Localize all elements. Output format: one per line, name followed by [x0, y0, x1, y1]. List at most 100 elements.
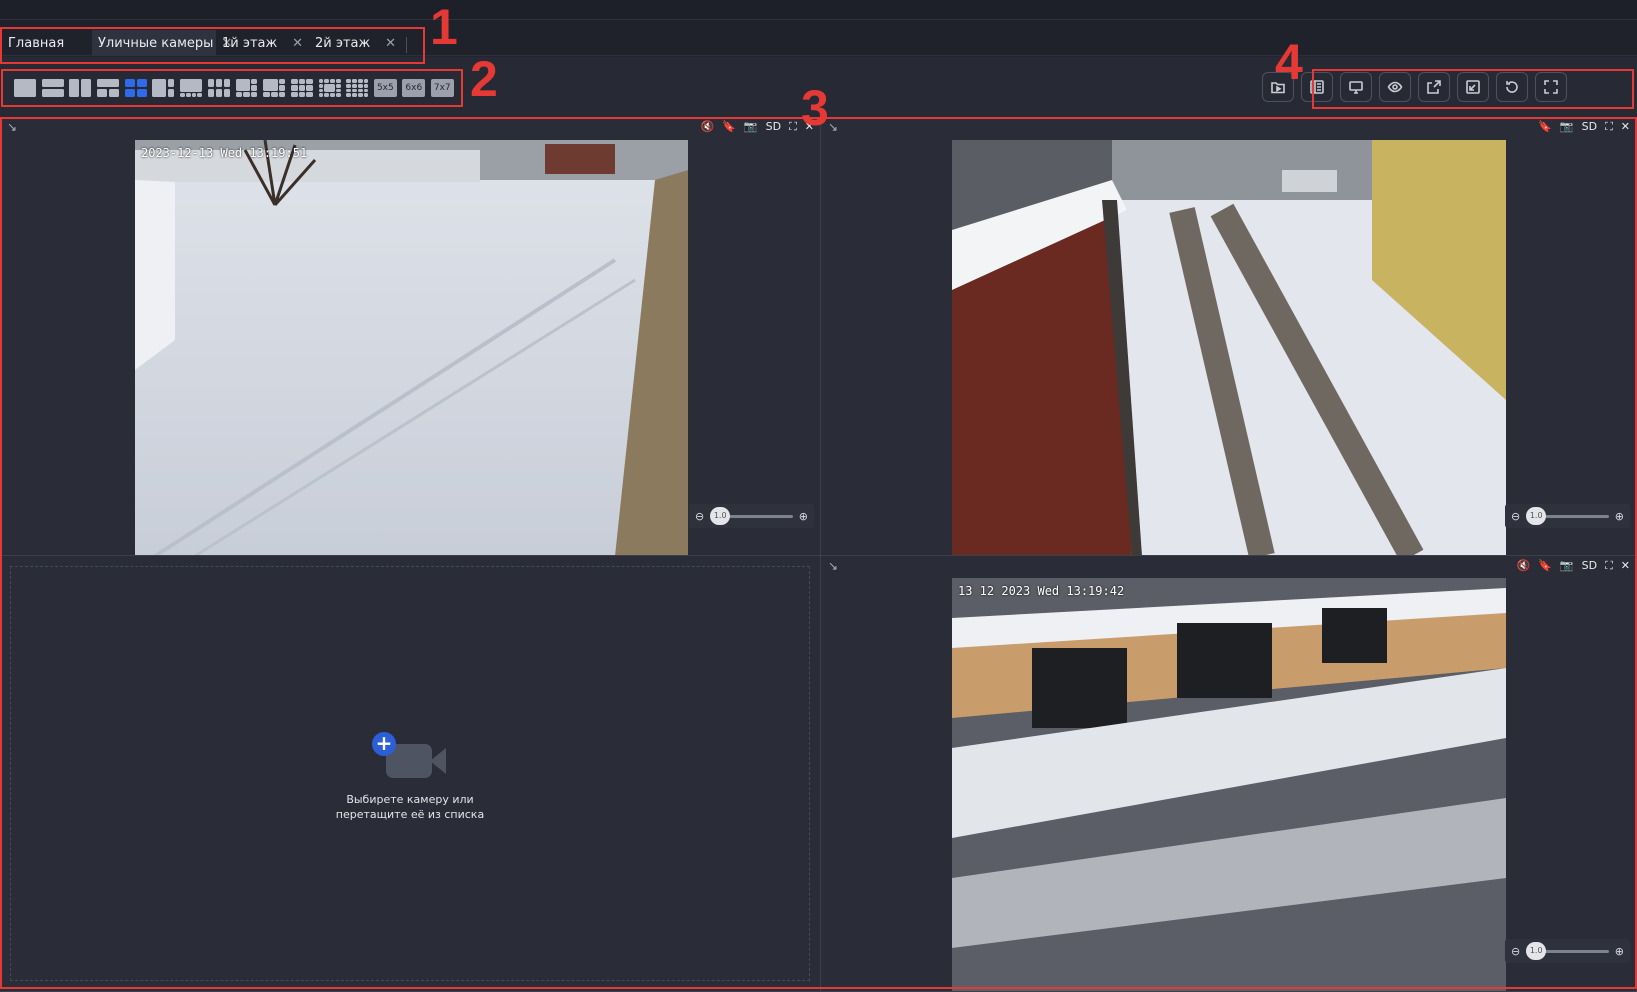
layout-1-center-12-button[interactable]	[318, 79, 341, 97]
add-camera-icon[interactable]: +	[372, 732, 448, 780]
layout-7x7-button[interactable]: 7x7	[430, 79, 454, 97]
layout-6x6-button[interactable]: 6x6	[402, 79, 426, 97]
quality-toggle[interactable]: SD	[1582, 559, 1597, 573]
tab-floor-1[interactable]: 1й этаж ✕	[216, 30, 309, 56]
layout-1-big-7-button[interactable]	[263, 79, 286, 97]
zoom-out-icon[interactable]: ⊖	[695, 510, 704, 523]
zoom-out-icon[interactable]: ⊖	[1511, 510, 1520, 523]
mute-icon[interactable]: 🔇	[1517, 559, 1531, 573]
empty-hint-line2: перетащите её из списка	[335, 808, 485, 821]
layout-5x5-button[interactable]: 5x5	[373, 79, 397, 97]
close-icon[interactable]: ✕	[1621, 120, 1630, 134]
bookmark-icon[interactable]: 🔖	[722, 120, 736, 134]
fullscreen-icon[interactable]: ⛶	[1605, 559, 1613, 573]
camera-timestamp: 13 12 2023 Wed 13:19:42	[958, 584, 1125, 598]
eye-button[interactable]	[1379, 72, 1411, 102]
tab-label: 1й этаж	[222, 35, 278, 51]
snapshot-icon[interactable]: 📷	[1560, 559, 1574, 573]
fullscreen-icon[interactable]: ⛶	[1605, 120, 1613, 134]
layout-1-big-4-bottom-button[interactable]	[180, 79, 203, 97]
fullscreen-button[interactable]	[1535, 72, 1567, 102]
fullscreen-icon	[1544, 80, 1558, 94]
tab-floor-2[interactable]: 2й этаж ✕	[309, 30, 402, 56]
layout-1-big-5-button[interactable]	[235, 79, 258, 97]
zoom-slider[interactable]: 1.0	[710, 506, 793, 525]
tab-label: Уличные камеры	[98, 35, 214, 51]
camera-grid: ↘ 🔇 🔖 📷 SD ⛶ ✕ 2023-12-13 Wed 13:19:51 ⊖…	[0, 117, 1637, 992]
drop-zone[interactable]: + Выбирете камеру или перетащите её из с…	[10, 566, 810, 981]
refresh-button[interactable]	[1496, 72, 1528, 102]
tab-main[interactable]: Главная	[2, 30, 92, 56]
layout-2-cols-button[interactable]	[69, 79, 92, 97]
zoom-slider[interactable]: 1.0	[1526, 941, 1609, 960]
layout-2x3-button[interactable]	[207, 79, 230, 97]
annotation-label-1: 1	[430, 0, 458, 55]
list-panel-icon	[1310, 80, 1324, 94]
refresh-icon	[1506, 81, 1518, 93]
zoom-control: ⊖ 1.0 ⊕	[689, 504, 814, 528]
camera-timestamp: 2023-12-13 Wed 13:19:51	[141, 146, 308, 160]
tab-label: 2й этаж	[315, 35, 371, 51]
export-button[interactable]	[1418, 72, 1450, 102]
layout-2-rows-button[interactable]	[41, 79, 64, 97]
camera-cell-empty[interactable]: + Выбирете камеру или перетащите её из с…	[0, 556, 821, 992]
resize-arrow-icon[interactable]: ↘	[828, 121, 840, 133]
top-strip	[0, 0, 1637, 20]
zoom-knob[interactable]: 1.0	[710, 506, 731, 525]
quality-toggle[interactable]: SD	[1582, 120, 1597, 134]
bookmark-icon[interactable]: 🔖	[1538, 559, 1552, 573]
layout-1x1-button[interactable]	[14, 79, 36, 97]
zoom-control: ⊖ 1.0 ⊕	[1505, 939, 1630, 963]
list-panel-button[interactable]	[1301, 72, 1333, 102]
close-icon[interactable]: ✕	[385, 36, 396, 51]
bookmark-icon[interactable]: 🔖	[1538, 120, 1552, 134]
zoom-slider[interactable]: 1.0	[1526, 506, 1609, 525]
empty-placeholder: + Выбирете камеру или перетащите её из с…	[11, 732, 809, 822]
camera-cell-top-left[interactable]: ↘ 🔇 🔖 📷 SD ⛶ ✕ 2023-12-13 Wed 13:19:51 ⊖…	[0, 117, 821, 556]
fullscreen-icon[interactable]: ⛶	[789, 120, 797, 134]
snapshot-icon[interactable]: 📷	[1560, 120, 1574, 134]
zoom-in-icon[interactable]: ⊕	[799, 510, 808, 523]
snow-alley-image	[952, 140, 1506, 555]
snapshot-icon[interactable]: 📷	[744, 120, 758, 134]
cell-header: ↘ 🔇 🔖 📷 SD ⛶ ✕	[821, 556, 1636, 578]
layout-2x2-button[interactable]	[124, 79, 147, 97]
layout-1-big-2-side-button[interactable]	[152, 79, 175, 97]
cell-tools: 🔇 🔖 📷 SD ⛶ ✕	[1517, 559, 1630, 573]
cell-tools: 🔇 🔖 📷 SD ⛶ ✕	[701, 120, 814, 134]
empty-hint-line1: Выбирете камеру или	[346, 793, 474, 806]
snow-yard-image	[135, 140, 688, 555]
video-feed	[952, 140, 1506, 555]
tabs-row: Главная Уличные камеры ✕ 1й этаж ✕ 2й эт…	[0, 20, 1637, 56]
mute-icon[interactable]: 🔇	[701, 120, 715, 134]
camera-cell-bottom-right[interactable]: ↘ 🔇 🔖 📷 SD ⛶ ✕ 13 12 2023 Wed 13:19:42 ⊖…	[821, 556, 1637, 992]
close-icon[interactable]: ✕	[1621, 559, 1630, 573]
cell-header: ↘ 🔖 📷 SD ⛶ ✕	[821, 117, 1636, 139]
layout-1-top-2-bottom-button[interactable]	[97, 79, 120, 97]
export-icon	[1427, 80, 1441, 94]
tab-label: Главная	[8, 35, 65, 51]
close-icon[interactable]: ✕	[292, 36, 303, 51]
app-window: Главная Уличные камеры ✕ 1й этаж ✕ 2й эт…	[0, 0, 1637, 992]
zoom-knob[interactable]: 1.0	[1526, 941, 1547, 960]
camera-cell-top-right[interactable]: ↘ 🔖 📷 SD ⛶ ✕ ⊖ 1.0 ⊕	[821, 117, 1637, 556]
zoom-in-icon[interactable]: ⊕	[1615, 510, 1624, 523]
cell-tools: 🔖 📷 SD ⛶ ✕	[1538, 120, 1630, 134]
resize-arrow-icon[interactable]: ↘	[7, 121, 19, 133]
annotation-label-4: 4	[1275, 34, 1303, 90]
garage-yard-image	[952, 578, 1506, 991]
exit-window-button[interactable]	[1457, 72, 1489, 102]
resize-arrow-icon[interactable]: ↘	[828, 560, 840, 572]
layout-3x3-button[interactable]	[290, 79, 313, 97]
video-feed: 2023-12-13 Wed 13:19:51	[135, 140, 688, 555]
tab-street-cameras[interactable]: Уличные камеры ✕	[92, 30, 232, 56]
exit-window-icon	[1466, 80, 1480, 94]
zoom-in-icon[interactable]: ⊕	[1615, 945, 1624, 958]
zoom-knob[interactable]: 1.0	[1526, 506, 1547, 525]
quality-toggle[interactable]: SD	[766, 120, 781, 134]
monitor-button[interactable]	[1340, 72, 1372, 102]
annotation-label-2: 2	[470, 51, 498, 107]
layout-picker: 5x5 6x6 7x7	[14, 79, 454, 97]
zoom-out-icon[interactable]: ⊖	[1511, 945, 1520, 958]
layout-4x4-button[interactable]	[346, 79, 369, 97]
